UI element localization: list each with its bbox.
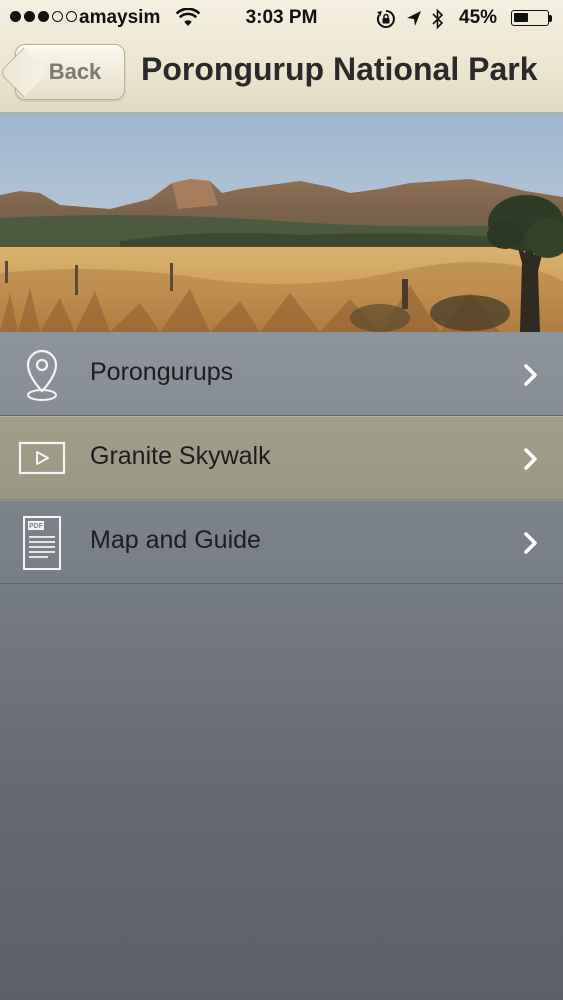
video-play-icon bbox=[18, 429, 66, 489]
back-button[interactable]: Back bbox=[15, 44, 125, 100]
list-item-porongurups[interactable]: Porongurups bbox=[0, 332, 563, 416]
page-title: Porongurup National Park bbox=[141, 51, 538, 87]
list-item-label: Porongurups bbox=[90, 358, 234, 386]
pdf-badge: PDF bbox=[29, 523, 44, 530]
battery-percent: 45% bbox=[459, 7, 498, 28]
status-bar: amaysim 3:03 PM 45% bbox=[0, 0, 563, 36]
back-button-label: Back bbox=[48, 59, 102, 84]
list-item-granite-skywalk[interactable]: Granite Skywalk bbox=[0, 416, 563, 500]
chevron-right-icon bbox=[521, 446, 541, 472]
menu-list: Porongurups Granite Skywalk PDF Map and … bbox=[0, 332, 563, 584]
chevron-right-icon bbox=[521, 530, 541, 556]
location-arrow-icon bbox=[406, 10, 422, 34]
page-background bbox=[0, 584, 563, 1000]
battery-icon bbox=[511, 10, 549, 26]
list-item-label: Map and Guide bbox=[90, 526, 261, 554]
chevron-right-icon bbox=[521, 362, 541, 388]
list-item-map-and-guide[interactable]: PDF Map and Guide bbox=[0, 500, 563, 584]
map-pin-icon bbox=[18, 345, 66, 405]
battery-nub bbox=[549, 15, 552, 22]
list-item-label: Granite Skywalk bbox=[90, 442, 271, 470]
pdf-document-icon: PDF bbox=[18, 513, 66, 573]
rotation-lock-icon bbox=[376, 9, 396, 35]
navigation-bar: Back Porongurup National Park bbox=[0, 36, 563, 112]
hero-landscape-image bbox=[0, 113, 563, 332]
bluetooth-icon bbox=[432, 8, 444, 36]
header: amaysim 3:03 PM 45% Back Porongurup Nati… bbox=[0, 0, 563, 113]
